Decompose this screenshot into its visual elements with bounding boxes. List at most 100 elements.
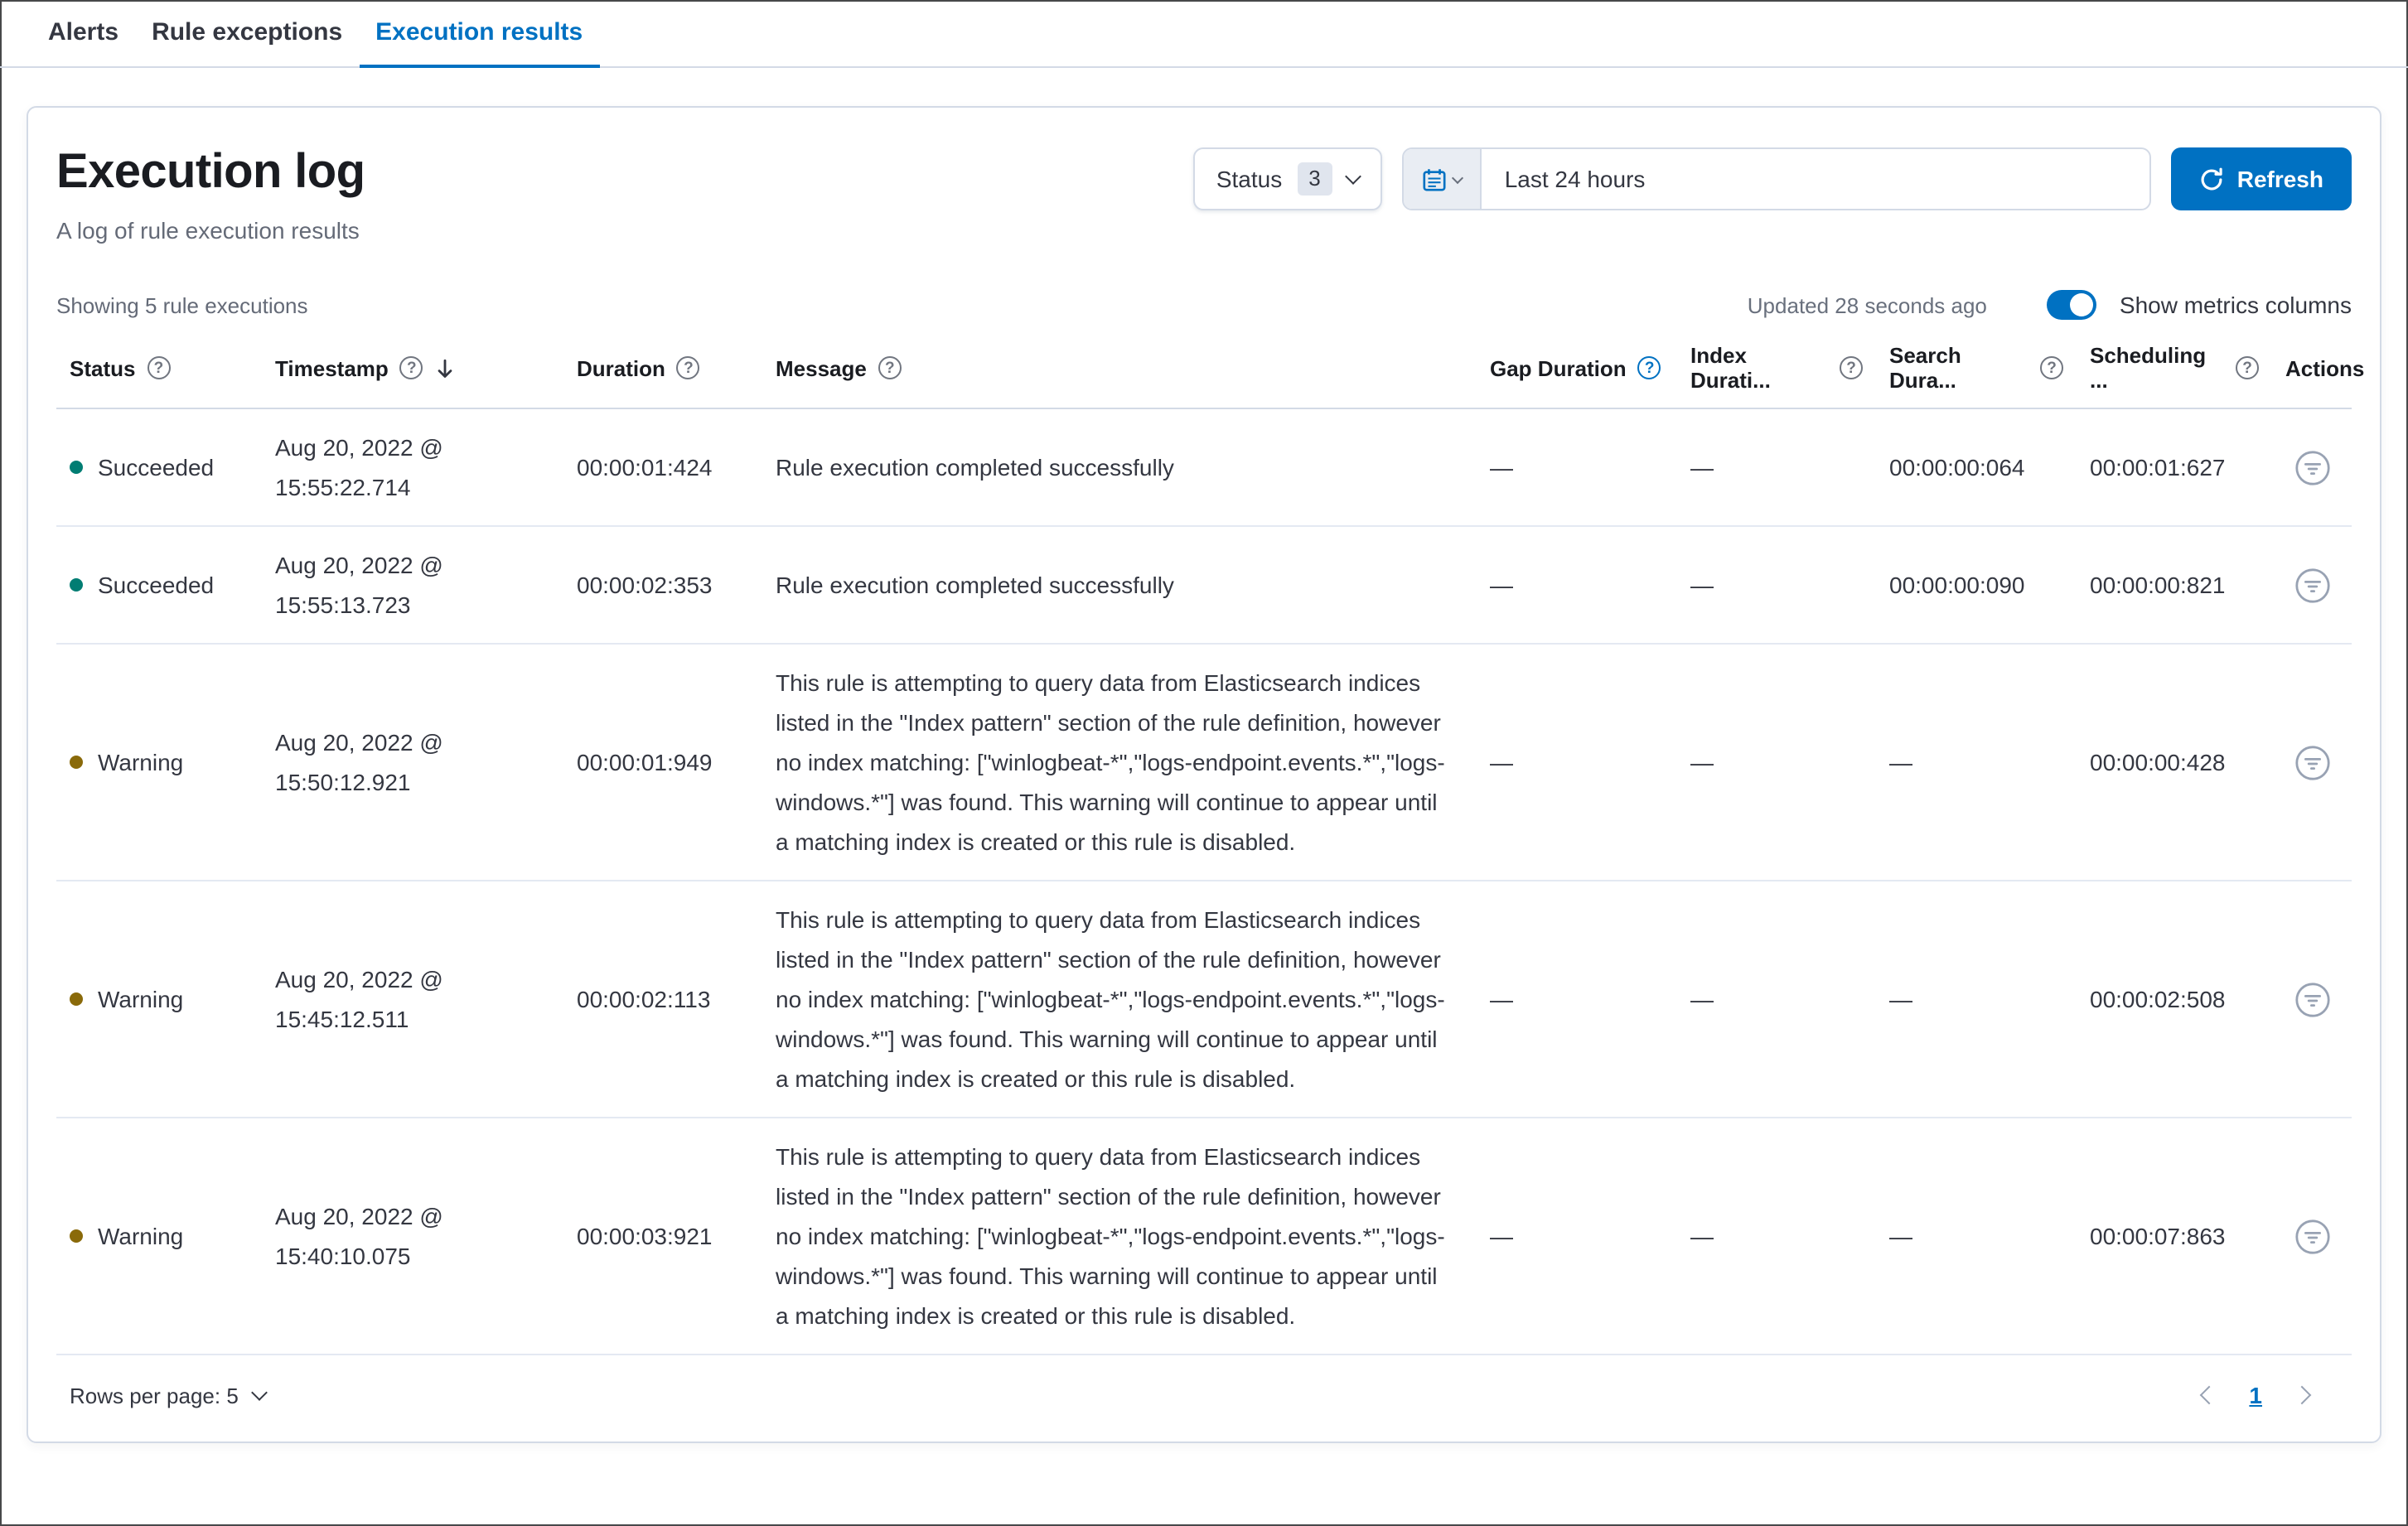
status-label: Succeeded <box>98 572 215 598</box>
column-header-label: Message <box>776 355 867 380</box>
previous-page-icon[interactable] <box>2200 1385 2219 1405</box>
timestamp-date: Aug 20, 2022 @ <box>275 1203 443 1229</box>
gap-duration-cell: — <box>1490 1223 1513 1249</box>
title-block: Execution log A log of rule execution re… <box>56 144 365 244</box>
help-icon[interactable]: ? <box>1637 356 1661 379</box>
row-actions-button[interactable] <box>2291 447 2333 488</box>
column-header-timestamp[interactable]: Timestamp ? <box>262 343 563 393</box>
column-header-index-durati: Index Durati... ? <box>1677 343 1876 393</box>
show-metrics-toggle[interactable] <box>2046 290 2096 320</box>
table-row: Warning Aug 20, 2022 @ 15:40:10.075 00:0… <box>56 1118 2352 1355</box>
timestamp-cell: Aug 20, 2022 @ 15:55:22.714 <box>262 427 563 507</box>
timestamp-time: 15:45:12.511 <box>275 1006 409 1032</box>
row-actions-button[interactable] <box>2291 1215 2333 1257</box>
status-label: Warning <box>98 1223 184 1249</box>
timestamp-date: Aug 20, 2022 @ <box>275 729 443 756</box>
page-subtitle: A log of rule execution results <box>56 217 360 244</box>
column-header-status: Status ? <box>56 343 262 393</box>
filter-circle-icon <box>2294 1219 2329 1253</box>
index-duration-cell: — <box>1690 572 1714 598</box>
chevron-down-icon <box>250 1384 268 1400</box>
status-label: Succeeded <box>98 454 215 480</box>
message-cell: Rule execution completed successfully <box>776 572 1174 598</box>
duration-cell: 00:00:03:921 <box>577 1223 713 1249</box>
help-icon[interactable]: ? <box>2236 356 2259 379</box>
row-actions-button[interactable] <box>2291 564 2333 606</box>
sort-descending-icon <box>438 358 453 377</box>
row-actions-button[interactable] <box>2291 741 2333 783</box>
timestamp-cell: Aug 20, 2022 @ 15:45:12.511 <box>262 959 563 1039</box>
help-icon[interactable]: ? <box>399 356 423 379</box>
status-dot-icon <box>70 578 83 592</box>
help-icon[interactable]: ? <box>2040 356 2063 379</box>
timestamp-time: 15:55:13.723 <box>275 592 411 618</box>
scheduling-delay-cell: 00:00:07:863 <box>2090 1223 2226 1249</box>
date-picker-quick-menu-button[interactable] <box>1403 149 1482 209</box>
table-row: Succeeded Aug 20, 2022 @ 15:55:13.723 00… <box>56 527 2352 645</box>
status-label: Warning <box>98 749 184 775</box>
duration-cell: 00:00:02:353 <box>577 572 713 598</box>
showing-count: Showing 5 rule executions <box>56 292 308 317</box>
status-filter-button[interactable]: Status 3 <box>1192 147 1382 210</box>
date-range-value[interactable]: Last 24 hours <box>1482 149 2149 209</box>
message-cell: This rule is attempting to query data fr… <box>776 669 1445 855</box>
app-window: Alerts Rule exceptions Execution results… <box>0 0 2408 1526</box>
column-header-label: Gap Duration <box>1490 355 1627 380</box>
column-header-label: Timestamp <box>275 355 389 380</box>
next-page-icon[interactable] <box>2292 1385 2312 1405</box>
timestamp-date: Aug 20, 2022 @ <box>275 552 443 578</box>
help-icon[interactable]: ? <box>1840 356 1863 379</box>
status-filter-label: Status <box>1216 166 1283 192</box>
updated-text: Updated 28 seconds ago <box>1747 292 1987 317</box>
scheduling-delay-cell: 00:00:01:627 <box>2090 454 2226 480</box>
row-actions-button[interactable] <box>2291 978 2333 1020</box>
panel-header: Execution log A log of rule execution re… <box>56 144 2352 244</box>
actions-cell <box>2272 564 2352 606</box>
status-cell: Warning <box>56 979 262 1019</box>
column-header-search-dura: Search Dura... ? <box>1876 343 2077 393</box>
help-icon[interactable]: ? <box>676 356 700 379</box>
show-metrics-toggle-label[interactable]: Show metrics columns <box>2120 292 2352 318</box>
scheduling-delay-cell: 00:00:02:508 <box>2090 986 2226 1012</box>
actions-cell <box>2272 741 2352 783</box>
refresh-icon <box>2201 167 2222 190</box>
status-label: Warning <box>98 986 184 1012</box>
column-header-label: Status <box>70 355 136 380</box>
pagination-bar: Rows per page: 5 1 <box>56 1355 2352 1418</box>
actions-cell <box>2272 978 2352 1020</box>
toggle-knob <box>2069 293 2093 316</box>
rows-per-page-button[interactable]: Rows per page: 5 <box>70 1383 268 1408</box>
page-1-link[interactable]: 1 <box>2249 1382 2262 1408</box>
status-dot-icon <box>70 1229 83 1243</box>
table-row: Warning Aug 20, 2022 @ 15:50:12.921 00:0… <box>56 645 2352 881</box>
tab-rule-exceptions[interactable]: Rule exceptions <box>135 0 359 68</box>
tab-label: Rule exceptions <box>152 18 343 46</box>
tab-bar: Alerts Rule exceptions Execution results <box>0 0 2408 68</box>
help-icon[interactable]: ? <box>147 356 171 379</box>
tab-execution-results[interactable]: Execution results <box>359 0 600 68</box>
date-picker: Last 24 hours <box>1401 147 2151 210</box>
filter-circle-icon <box>2294 567 2329 602</box>
tab-label: Alerts <box>48 18 119 46</box>
table-meta-row: Showing 5 rule executions Updated 28 sec… <box>56 290 2352 320</box>
column-header-scheduling: Scheduling ... ? <box>2077 343 2272 393</box>
table-row: Warning Aug 20, 2022 @ 15:45:12.511 00:0… <box>56 881 2352 1118</box>
index-duration-cell: — <box>1690 454 1714 480</box>
chevron-down-icon <box>1451 171 1463 184</box>
table-row: Succeeded Aug 20, 2022 @ 15:55:22.714 00… <box>56 409 2352 527</box>
actions-cell <box>2272 1215 2352 1257</box>
refresh-button[interactable]: Refresh <box>2170 147 2352 210</box>
column-header-label: Actions <box>2285 355 2365 380</box>
table-header-row: Status ? Timestamp ? Duration ? Message … <box>56 336 2364 409</box>
status-dot-icon <box>70 461 83 474</box>
help-icon[interactable]: ? <box>878 356 902 379</box>
tab-alerts[interactable]: Alerts <box>31 0 135 68</box>
index-duration-cell: — <box>1690 749 1714 775</box>
status-dot-icon <box>70 756 83 769</box>
rows-per-page-label: Rows per page: 5 <box>70 1383 239 1408</box>
table-body: Succeeded Aug 20, 2022 @ 15:55:22.714 00… <box>56 409 2352 1355</box>
timestamp-time: 15:40:10.075 <box>275 1243 411 1269</box>
status-cell: Succeeded <box>56 447 262 487</box>
chevron-down-icon <box>1344 167 1361 184</box>
pager: 1 <box>2200 1382 2312 1408</box>
